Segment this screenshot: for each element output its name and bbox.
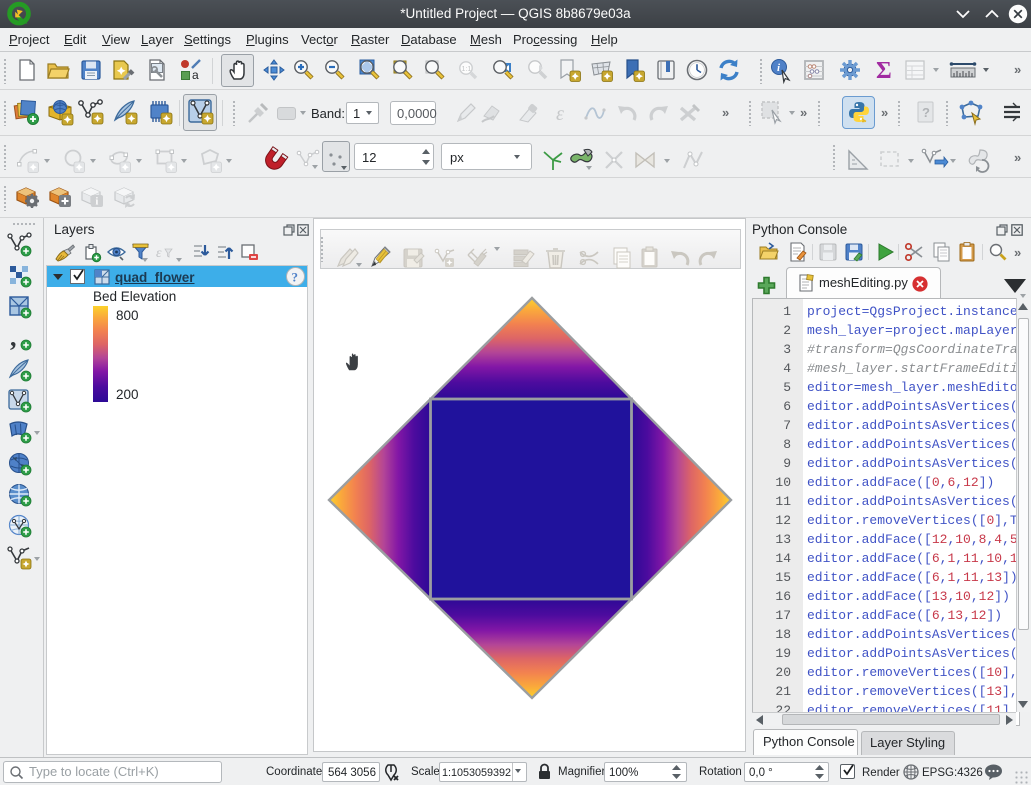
svg-text:Σ: Σ <box>876 58 892 84</box>
svg-text:1:1: 1:1 <box>462 66 472 73</box>
svg-text:a: a <box>192 68 199 82</box>
svg-text:i: i <box>96 197 99 208</box>
svg-text:,: , <box>10 323 17 352</box>
svg-text:ε: ε <box>156 246 162 261</box>
svg-text:?: ? <box>922 105 930 120</box>
svg-text:ε: ε <box>556 103 564 125</box>
svg-text:?: ? <box>292 270 299 285</box>
